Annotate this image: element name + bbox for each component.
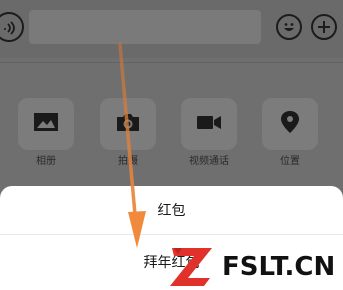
chat-input-bar <box>0 0 343 58</box>
message-input[interactable] <box>29 10 261 44</box>
photo-album-icon <box>34 113 58 131</box>
location-pin-icon <box>281 111 299 133</box>
camera-button[interactable] <box>100 98 156 150</box>
video-call-label: 视频通话 <box>189 156 229 167</box>
video-call-button[interactable] <box>181 98 237 150</box>
album-label: 相册 <box>36 156 56 167</box>
location-label: 位置 <box>280 156 300 167</box>
camera-label: 拍摄 <box>118 156 138 167</box>
location-button[interactable] <box>262 98 318 150</box>
video-call-icon <box>197 116 221 129</box>
watermark-text: FSLT.CN <box>222 252 336 282</box>
sheet-divider <box>0 234 343 235</box>
watermark: FSLT.CN <box>168 242 343 290</box>
fslt-logo <box>170 248 212 286</box>
album-button[interactable] <box>18 98 74 150</box>
plus-icon[interactable] <box>311 14 337 40</box>
red-packet-option[interactable]: 红包 <box>0 186 343 236</box>
camera-icon <box>117 114 139 131</box>
smiley-icon[interactable] <box>276 14 302 40</box>
divider <box>0 62 343 63</box>
voice-icon[interactable] <box>0 12 24 42</box>
